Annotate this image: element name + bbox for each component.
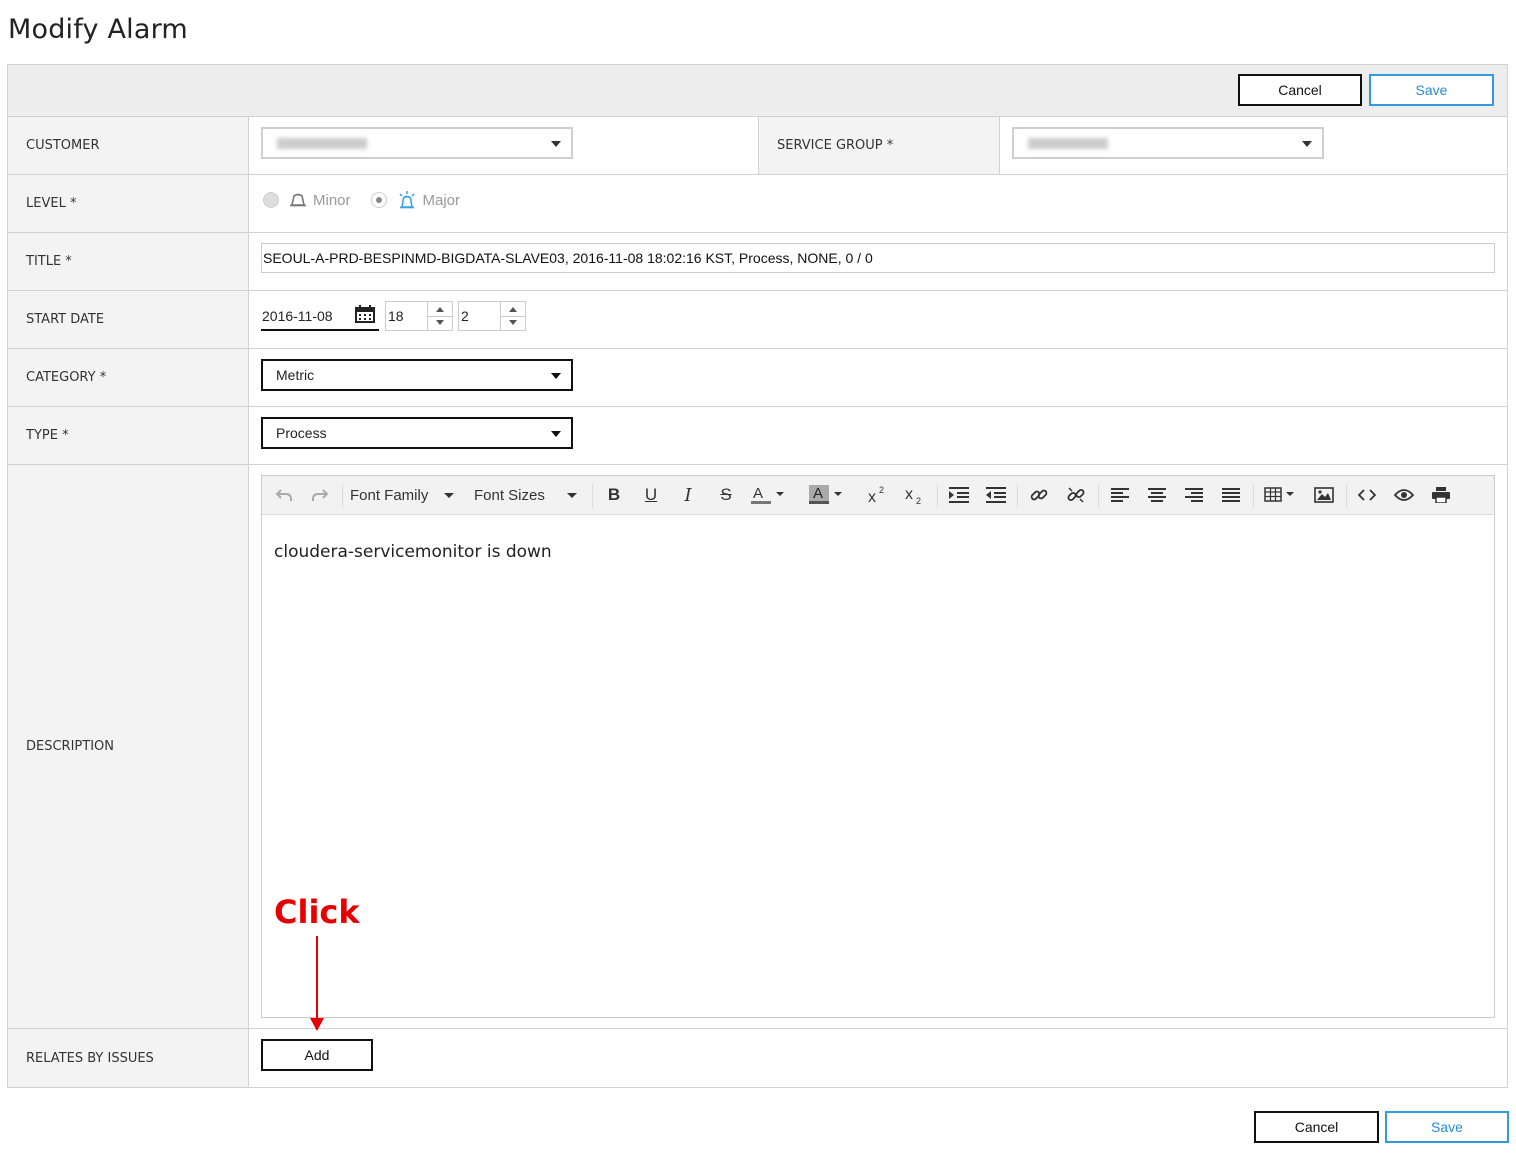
chevron-down-icon [551, 431, 561, 437]
type-label: TYPE * [8, 407, 249, 464]
rich-text-editor: Font Family Font Sizes B U I S A A x 2 x… [261, 475, 1495, 1018]
table-icon[interactable] [1261, 476, 1301, 514]
category-select[interactable]: Metric [261, 359, 573, 391]
svg-text:2: 2 [879, 485, 884, 495]
level-row: LEVEL * Minor Major [8, 175, 1507, 233]
link-icon[interactable] [1025, 476, 1053, 514]
preview-eye-icon[interactable] [1390, 476, 1418, 514]
chevron-down-icon[interactable] [509, 320, 517, 325]
title-row: TITLE * SEOUL-A-PRD-BESPINMD-BIGDATA-SLA… [8, 233, 1507, 291]
category-row: CATEGORY * Metric [8, 349, 1507, 407]
subscript-icon[interactable]: x2 [901, 476, 929, 514]
redo-icon[interactable] [306, 476, 334, 514]
chevron-up-icon[interactable] [509, 307, 517, 312]
type-row: TYPE * Process [8, 407, 1507, 465]
start-date-label: START DATE [8, 291, 249, 348]
date-value: 2016-11-08 [262, 308, 333, 324]
hour-value: 18 [388, 308, 404, 324]
strikethrough-icon[interactable]: S [712, 476, 740, 514]
indent-icon[interactable] [945, 476, 973, 514]
relates-by-issues-label: RELATES BY ISSUES [8, 1029, 249, 1087]
relates-by-issues-row: RELATES BY ISSUES Add [8, 1029, 1507, 1087]
click-annotation: Click [274, 893, 360, 931]
italic-icon[interactable]: I [674, 476, 702, 514]
hour-stepper[interactable]: 18 [385, 301, 453, 331]
date-picker[interactable]: 2016-11-08 [261, 301, 379, 331]
save-button[interactable]: Save [1369, 74, 1494, 106]
type-value: Process [276, 425, 327, 441]
redacted-value [277, 138, 367, 149]
align-justify-icon[interactable] [1217, 476, 1245, 514]
minute-value: 2 [461, 308, 469, 324]
font-sizes-label: Font Sizes [474, 486, 545, 504]
major-icon [397, 191, 417, 209]
align-right-icon[interactable] [1180, 476, 1208, 514]
minor-label: Minor [313, 191, 351, 209]
font-family-dropdown[interactable]: Font Family [350, 476, 458, 514]
service-group-label: SERVICE GROUP * [759, 117, 1000, 174]
page-title: Modify Alarm [8, 14, 188, 45]
chevron-up-icon[interactable] [436, 307, 444, 312]
underline-icon[interactable]: U [637, 476, 665, 514]
add-issue-button[interactable]: Add [261, 1039, 373, 1071]
align-left-icon[interactable] [1106, 476, 1134, 514]
chevron-down-icon [566, 492, 577, 498]
svg-text:2: 2 [916, 496, 921, 505]
alarm-form: Cancel Save CUSTOMER SERVICE GROUP * LEV… [7, 64, 1508, 1088]
superscript-icon[interactable]: x2 [864, 476, 892, 514]
chevron-down-icon [444, 492, 455, 498]
font-sizes-dropdown[interactable]: Font Sizes [474, 476, 584, 514]
font-family-label: Font Family [350, 486, 429, 504]
bottom-save-button[interactable]: Save [1385, 1111, 1509, 1143]
customer-select[interactable] [261, 127, 573, 159]
text-color-icon[interactable]: A [749, 476, 789, 514]
description-row: DESCRIPTION Font Family Font Sizes B U I… [8, 465, 1507, 1029]
source-code-icon[interactable] [1353, 476, 1381, 514]
level-radio-group: Minor Major [263, 191, 460, 209]
editor-toolbar: Font Family Font Sizes B U I S A A x 2 x… [262, 476, 1494, 515]
title-input[interactable]: SEOUL-A-PRD-BESPINMD-BIGDATA-SLAVE03, 20… [261, 243, 1495, 273]
print-icon[interactable] [1427, 476, 1455, 514]
align-center-icon[interactable] [1143, 476, 1171, 514]
major-radio[interactable] [370, 192, 387, 208]
category-label: CATEGORY * [8, 349, 249, 406]
chevron-down-icon[interactable] [436, 320, 444, 325]
cancel-button[interactable]: Cancel [1238, 74, 1362, 106]
outdent-icon[interactable] [982, 476, 1010, 514]
category-value: Metric [276, 367, 315, 383]
redacted-value [1028, 138, 1108, 149]
chevron-down-icon [551, 141, 561, 147]
major-label: Major [422, 191, 461, 209]
bold-icon[interactable]: B [600, 476, 628, 514]
title-label: TITLE * [8, 233, 249, 290]
bottom-cancel-button[interactable]: Cancel [1254, 1111, 1379, 1143]
minor-radio[interactable] [263, 192, 279, 208]
description-label: DESCRIPTION [8, 465, 249, 1028]
undo-icon[interactable] [270, 476, 298, 514]
image-icon[interactable] [1310, 476, 1338, 514]
svg-text:A: A [753, 485, 763, 502]
svg-text:x: x [905, 486, 913, 503]
svg-text:A: A [813, 485, 823, 502]
unlink-icon[interactable] [1062, 476, 1090, 514]
editor-content[interactable]: cloudera-servicemonitor is down [274, 542, 552, 562]
chevron-down-icon [551, 373, 561, 379]
svg-text:x: x [868, 489, 876, 505]
service-group-select[interactable] [1012, 127, 1324, 159]
annotation-arrow-head-icon [310, 1018, 324, 1031]
minor-icon [289, 193, 307, 207]
level-label: LEVEL * [8, 175, 249, 232]
start-date-row: START DATE 2016-11-08 18 2 [8, 291, 1507, 349]
type-select[interactable]: Process [261, 417, 573, 449]
top-action-bar: Cancel Save [8, 65, 1507, 117]
customer-row: CUSTOMER SERVICE GROUP * [8, 117, 1507, 175]
annotation-arrow-line [316, 936, 318, 1020]
chevron-down-icon [1302, 141, 1312, 147]
background-color-icon[interactable]: A [807, 476, 847, 514]
calendar-icon[interactable] [355, 305, 375, 326]
minute-stepper[interactable]: 2 [458, 301, 526, 331]
customer-label: CUSTOMER [8, 117, 249, 174]
